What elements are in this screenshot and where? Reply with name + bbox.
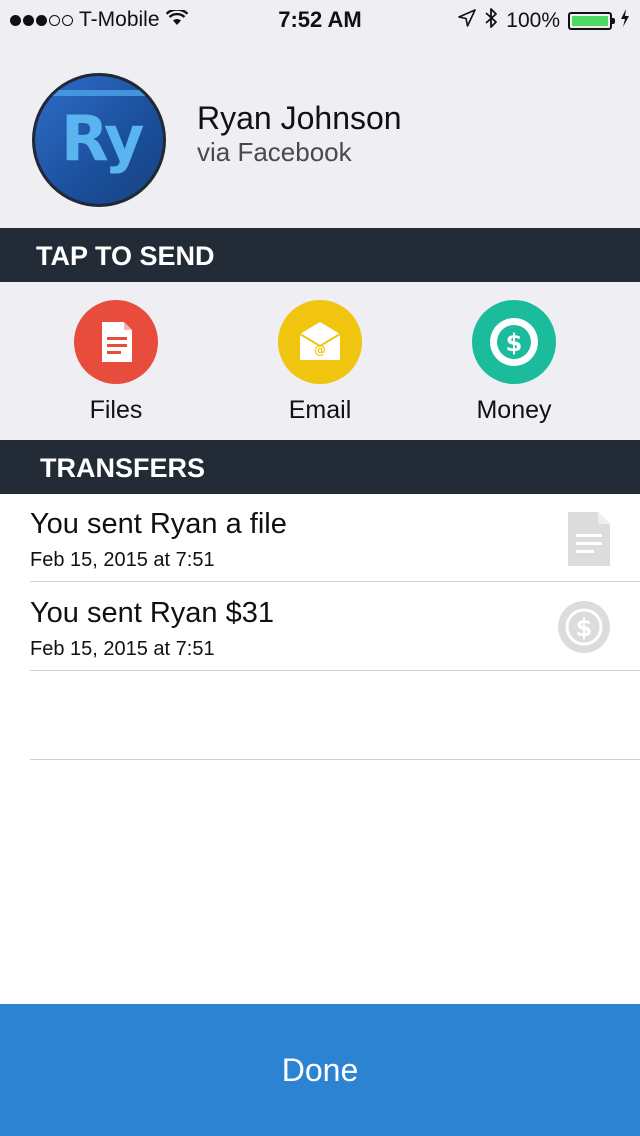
transfer-title: You sent Ryan $31 xyxy=(30,597,275,629)
contact-name: Ryan Johnson xyxy=(197,100,402,136)
transfer-title: You sent Ryan a file xyxy=(30,508,287,540)
svg-text:$: $ xyxy=(506,329,523,357)
document-icon xyxy=(102,322,132,362)
svg-text:$: $ xyxy=(576,614,593,642)
document-icon xyxy=(566,510,612,573)
done-button[interactable]: Done xyxy=(0,1004,640,1136)
envelope-icon: @ xyxy=(299,322,341,360)
status-right: 100% xyxy=(458,7,630,35)
transfers-header: TRANSFERS xyxy=(0,440,640,494)
section-title: TAP TO SEND xyxy=(36,241,215,271)
send-email-button[interactable]: @ Email xyxy=(250,300,390,425)
svg-text:@: @ xyxy=(314,343,326,357)
send-actions: Files @ Email $ Money xyxy=(0,282,640,440)
bluetooth-icon xyxy=(484,7,498,35)
dollar-coin-icon: $ xyxy=(490,318,538,366)
email-circle[interactable]: @ xyxy=(278,300,362,384)
battery-percent: 100% xyxy=(506,9,560,32)
battery-icon xyxy=(568,12,615,30)
avatar-initials: Ry xyxy=(61,102,144,175)
transfer-row[interactable]: You sent Ryan a file Feb 15, 2015 at 7:5… xyxy=(30,494,640,582)
money-circle[interactable]: $ xyxy=(472,300,556,384)
send-money-button[interactable]: $ Money xyxy=(444,300,584,425)
files-label: Files xyxy=(89,396,143,424)
location-arrow-icon xyxy=(458,9,477,33)
transfer-date: Feb 15, 2015 at 7:51 xyxy=(30,638,215,660)
section-title: TRANSFERS xyxy=(40,453,206,483)
dollar-coin-icon: $ xyxy=(556,599,612,660)
money-label: Money xyxy=(476,396,552,424)
transfer-row[interactable]: You sent Ryan $31 Feb 15, 2015 at 7:51 $ xyxy=(30,583,640,671)
send-files-button[interactable]: Files xyxy=(46,300,186,425)
email-label: Email xyxy=(288,396,352,424)
empty-list-row xyxy=(30,672,640,760)
avatar: Ry xyxy=(32,73,166,207)
contact-header: Ry Ryan Johnson via Facebook xyxy=(0,40,640,228)
status-bar: T-Mobile 7:52 AM 100% xyxy=(0,0,640,40)
contact-source: via Facebook xyxy=(197,137,352,167)
transfer-date: Feb 15, 2015 at 7:51 xyxy=(30,549,215,571)
tap-to-send-header: TAP TO SEND xyxy=(0,228,640,282)
charging-bolt-icon xyxy=(620,9,630,33)
files-circle[interactable] xyxy=(74,300,158,384)
